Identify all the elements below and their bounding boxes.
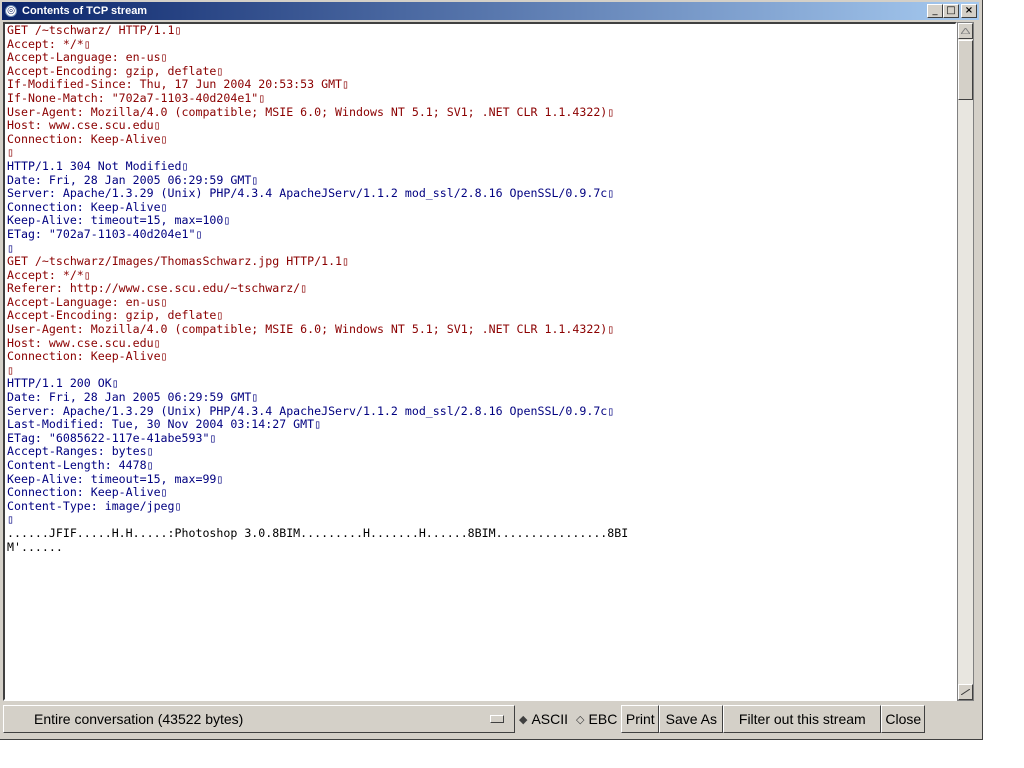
stream-line: If-Modified-Since: Thu, 17 Jun 2004 20:5…: [7, 78, 350, 92]
stream-line: Date: Fri, 28 Jan 2005 06:29:59 GMT▯: [7, 391, 259, 405]
stream-line: Connection: Keep-Alive▯: [7, 200, 168, 214]
conversation-select[interactable]: Entire conversation (43522 bytes): [3, 705, 515, 733]
stream-line: Last-Modified: Tue, 30 Nov 2004 03:14:27…: [7, 418, 322, 432]
stream-line: Server: Apache/1.3.29 (Unix) PHP/4.3.4 A…: [7, 187, 615, 201]
stream-line: ▯: [7, 146, 14, 160]
print-button[interactable]: Print: [621, 705, 660, 733]
stream-line: ......JFIF.....H.H.....:Photoshop 3.0.8B…: [7, 526, 629, 540]
stream-line: Referer: http://www.cse.scu.edu/~tschwar…: [7, 282, 308, 296]
stream-line: Keep-Alive: timeout=15, max=100▯: [7, 214, 231, 228]
scroll-down-arrow-icon[interactable]: [958, 684, 973, 700]
stream-line: Accept-Language: en-us▯: [7, 51, 168, 65]
save-as-button[interactable]: Save As: [659, 705, 724, 733]
stream-line: HTTP/1.1 304 Not Modified▯: [7, 159, 189, 173]
dropdown-indicator-icon[interactable]: [490, 715, 504, 723]
stream-line: Connection: Keep-Alive▯: [7, 486, 168, 500]
vertical-scrollbar[interactable]: [957, 22, 974, 701]
stream-line: ▯: [7, 513, 14, 527]
stream-line: HTTP/1.1 200 OK▯: [7, 377, 119, 391]
stream-line: ▯: [7, 363, 14, 377]
minimize-button[interactable]: _: [927, 4, 943, 18]
close-button[interactable]: Close: [881, 705, 926, 733]
stream-line: Server: Apache/1.3.29 (Unix) PHP/4.3.4 A…: [7, 404, 615, 418]
stream-lines: GET /~tschwarz/ HTTP/1.1▯ Accept: */*▯ Acc…: [7, 24, 955, 554]
stream-line: Content-Type: image/jpeg▯: [7, 499, 182, 513]
stream-line: Connection: Keep-Alive▯: [7, 350, 168, 364]
stream-line: User-Agent: Mozilla/4.0 (compatible; MSI…: [7, 105, 615, 119]
stream-line: GET /~tschwarz/ HTTP/1.1▯: [7, 24, 182, 37]
app-icon: ◎: [5, 5, 17, 17]
stream-line: If-None-Match: "702a7-1103-40d204e1"▯: [7, 91, 266, 105]
stream-line: Accept: */*▯: [7, 268, 91, 282]
stream-content-area[interactable]: GET /~tschwarz/ HTTP/1.1▯ Accept: */*▯ Acc…: [3, 22, 957, 701]
radio-ascii-label: ASCII: [531, 711, 569, 727]
scroll-up-arrow-icon[interactable]: [958, 23, 973, 39]
stream-line: Keep-Alive: timeout=15, max=99▯: [7, 472, 224, 486]
conversation-select-value: Entire conversation (43522 bytes): [34, 711, 244, 727]
window-controls: _ □ ×: [927, 4, 977, 18]
stream-line: ETag: "6085622-117e-41abe593"▯: [7, 431, 217, 445]
stream-line: Accept-Encoding: gzip, deflate▯: [7, 309, 224, 323]
radio-ebcdic[interactable]: ◇ EBC: [572, 705, 621, 733]
stream-line: Accept-Encoding: gzip, deflate▯: [7, 64, 224, 78]
stream-line: Connection: Keep-Alive▯: [7, 132, 168, 146]
stream-line: User-Agent: Mozilla/4.0 (compatible; MSI…: [7, 323, 615, 337]
maximize-button[interactable]: □: [943, 4, 959, 18]
stream-line: ▯: [7, 241, 14, 255]
bottom-toolbar: Entire conversation (43522 bytes) ◆ ASCI…: [3, 703, 979, 735]
title-bar[interactable]: ◎ Contents of TCP stream _ □ ×: [2, 2, 979, 20]
stream-line: Host: www.cse.scu.edu▯: [7, 119, 161, 133]
radio-ascii-icon: ◆: [519, 713, 528, 726]
stream-line: Accept-Ranges: bytes▯: [7, 445, 154, 459]
radio-ebcdic-label: EBC: [588, 711, 618, 727]
stream-line: Accept-Language: en-us▯: [7, 295, 168, 309]
tcp-stream-window: ◎ Contents of TCP stream _ □ × GET /~tsc…: [0, 0, 983, 740]
scroll-thumb[interactable]: [958, 40, 973, 100]
filter-out-stream-button[interactable]: Filter out this stream: [723, 705, 882, 733]
close-window-button[interactable]: ×: [961, 4, 977, 18]
stream-line: M'......: [7, 540, 63, 554]
radio-ebcdic-icon: ◇: [576, 713, 585, 726]
stream-line: Content-Length: 4478▯: [7, 459, 154, 472]
stream-line: ETag: "702a7-1103-40d204e1"▯: [7, 227, 203, 241]
stream-line: Host: www.cse.scu.edu▯: [7, 336, 161, 350]
stream-line: GET /~tschwarz/Images/ThomasSchwarz.jpg …: [7, 255, 350, 269]
stream-line: Accept: */*▯: [7, 37, 91, 51]
stream-line: Date: Fri, 28 Jan 2005 06:29:59 GMT▯: [7, 173, 259, 187]
window-title: Contents of TCP stream: [22, 5, 148, 17]
radio-ascii[interactable]: ◆ ASCII: [515, 705, 572, 733]
